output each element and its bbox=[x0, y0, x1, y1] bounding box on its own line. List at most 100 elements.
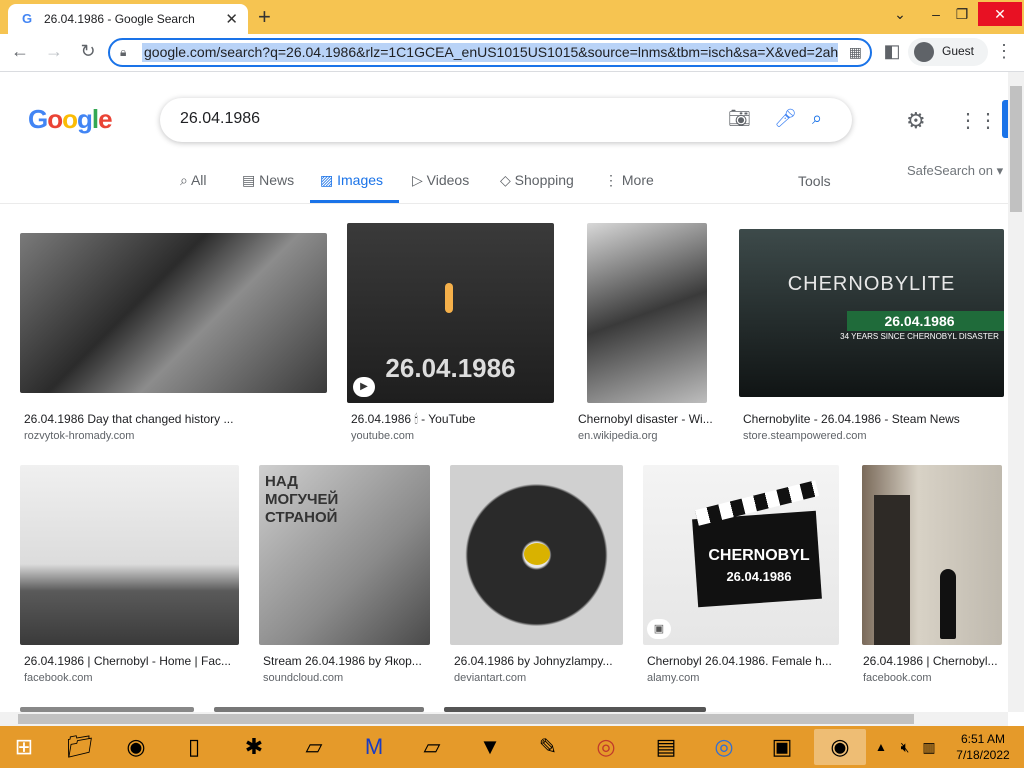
lock-icon[interactable]: 🔒︎ bbox=[120, 45, 126, 60]
chrome-active-icon[interactable]: ◉ bbox=[814, 729, 866, 765]
clock-time: 6:51 AM bbox=[960, 732, 1006, 746]
result-image-4[interactable]: CHERNOBYLITE 26.04.1986 34 YEARS SINCE C… bbox=[739, 229, 1004, 397]
result-caption-6[interactable]: Stream 26.04.1986 by Якор... bbox=[263, 654, 427, 668]
tab-search-chevron-icon[interactable]: ⌄ bbox=[884, 2, 916, 26]
clock-date: 7/18/2022 bbox=[956, 748, 1010, 762]
system-clock[interactable]: 6:51 AM 7/18/2022 bbox=[946, 731, 1020, 763]
google-logo[interactable]: Google bbox=[28, 104, 113, 135]
browser-titlebar: G 26.04.1986 - Google Search ✕ + ⌄ – ❐ ✕ bbox=[0, 0, 1024, 34]
new-tab-button[interactable]: + bbox=[258, 4, 271, 30]
doorway bbox=[874, 495, 910, 645]
result-source-7[interactable]: deviantart.com bbox=[454, 672, 526, 684]
microphone-icon[interactable]: 🎤︎ bbox=[774, 108, 797, 129]
tools-button[interactable]: Tools bbox=[798, 173, 831, 189]
tab-images[interactable]: ▨ Images bbox=[320, 172, 383, 189]
qr-code-icon[interactable]: ▦ bbox=[849, 44, 862, 61]
result-image-8[interactable]: CHERNOBYL 26.04.1986 ▣ bbox=[643, 465, 839, 645]
result-image-2[interactable]: 26.04.1986 ▶ bbox=[347, 223, 554, 403]
safesearch-toggle[interactable]: SafeSearch on ▾ bbox=[907, 163, 1003, 179]
chrome-alt-icon[interactable]: ◎ bbox=[698, 729, 750, 765]
result-image-6[interactable]: НАД МОГУЧЕЙ СТРАНОЙ bbox=[259, 465, 430, 645]
forward-icon[interactable]: → bbox=[42, 41, 66, 62]
video-play-icon: ▶ bbox=[353, 377, 375, 397]
search-icon[interactable]: ⌕ bbox=[812, 108, 822, 129]
result-6-overlay-text: НАД МОГУЧЕЙ СТРАНОЙ bbox=[265, 473, 339, 526]
result-image-9[interactable] bbox=[862, 465, 1002, 645]
start-windows-icon[interactable]: ⊞ bbox=[0, 729, 48, 765]
result-source-4[interactable]: store.steampowered.com bbox=[743, 430, 867, 442]
result-caption-9[interactable]: 26.04.1986 | Chernobyl... bbox=[863, 654, 1003, 668]
radiation-symbol-center bbox=[524, 543, 550, 565]
result-source-2[interactable]: youtube.com bbox=[351, 430, 414, 442]
file-explorer-icon[interactable]: 📁︎ bbox=[54, 729, 106, 765]
notepad-icon[interactable]: ▱ bbox=[288, 729, 340, 765]
result-caption-7[interactable]: 26.04.1986 by Johnyzlampy... bbox=[454, 654, 622, 668]
result-image-3[interactable] bbox=[587, 223, 707, 403]
monitor-app-icon[interactable]: ▣ bbox=[756, 729, 808, 765]
shield-app-icon[interactable]: ▼ bbox=[464, 729, 516, 765]
result-image-5[interactable] bbox=[20, 465, 239, 645]
side-panel-icon[interactable]: ◧ bbox=[880, 41, 904, 62]
address-bar[interactable]: 🔒︎ google.com/search?q=26.04.1986&rlz=1C… bbox=[108, 38, 872, 67]
window-close-button[interactable]: ✕ bbox=[978, 2, 1022, 26]
settings-gear-icon[interactable]: ⚙ bbox=[906, 108, 926, 134]
result-8-overlay-title: CHERNOBYL bbox=[708, 547, 810, 564]
camera-icon[interactable]: 📷︎ bbox=[728, 108, 751, 129]
tray-expand-icon[interactable]: ▲ bbox=[872, 729, 890, 765]
restore-button[interactable]: ❐ bbox=[946, 2, 978, 26]
shadow-figure bbox=[940, 569, 956, 639]
search-input[interactable]: 26.04.1986 bbox=[180, 110, 260, 128]
result-caption-8[interactable]: Chernobyl 26.04.1986. Female h... bbox=[647, 654, 837, 668]
tab-news[interactable]: ▤ News bbox=[242, 172, 294, 189]
blank-document-icon[interactable]: ▯ bbox=[168, 729, 220, 765]
result-image-7[interactable] bbox=[450, 465, 623, 645]
avatar bbox=[914, 42, 934, 62]
menu-kebab-icon[interactable]: ⋮ bbox=[992, 41, 1016, 62]
vertical-scrollbar-thumb[interactable] bbox=[1010, 86, 1022, 212]
result-image-1[interactable] bbox=[20, 233, 327, 393]
result-caption-5[interactable]: 26.04.1986 | Chernobyl - Home | Fac... bbox=[24, 654, 236, 668]
horizontal-scrollbar-thumb[interactable] bbox=[18, 714, 914, 724]
volume-muted-icon[interactable]: 🔇︎ bbox=[894, 729, 916, 765]
network-icon[interactable]: ▥ bbox=[918, 729, 940, 765]
profile-button[interactable]: Guest bbox=[908, 38, 988, 66]
google-favicon-icon: G bbox=[22, 11, 33, 26]
notes-app-icon[interactable]: ▱ bbox=[406, 729, 458, 765]
red-app-icon[interactable]: ◎ bbox=[580, 729, 632, 765]
search-box[interactable]: 26.04.1986 📷︎ 🎤︎ ⌕ bbox=[160, 98, 852, 142]
candle-flame bbox=[445, 283, 453, 313]
result-4-overlay-title: CHERNOBYLITE bbox=[787, 273, 956, 295]
result-caption-1[interactable]: 26.04.1986 Day that changed history ... bbox=[24, 412, 324, 426]
tab-title: 26.04.1986 - Google Search bbox=[44, 12, 195, 26]
result-4-overlay-date: 26.04.1986 bbox=[884, 313, 955, 329]
tab-more[interactable]: ⋮ More bbox=[604, 172, 654, 189]
browser-tab[interactable]: G 26.04.1986 - Google Search ✕ bbox=[8, 4, 248, 34]
result-source-8[interactable]: alamy.com bbox=[647, 672, 699, 684]
windows-taskbar: ⊞ 📁︎ ◉ ▯ ✱ ▱ M ▱ ▼ ✎ ◎ ▤ ◎ ▣ ◉ ▲ 🔇︎ ▥ bbox=[0, 726, 1024, 768]
result-caption-4[interactable]: Chernobylite - 26.04.1986 - Steam News bbox=[743, 412, 1003, 426]
spreadsheet-icon[interactable]: ▤ bbox=[640, 729, 692, 765]
result-caption-3[interactable]: Chernobyl disaster - Wi... bbox=[578, 412, 716, 426]
malwarebytes-icon[interactable]: M bbox=[348, 729, 400, 765]
result-source-5[interactable]: facebook.com bbox=[24, 672, 92, 684]
ccleaner-icon[interactable]: ✎ bbox=[522, 729, 574, 765]
profile-label: Guest bbox=[942, 44, 975, 58]
result-caption-2[interactable]: 26.04.1986 🕯 - YouTube bbox=[351, 412, 551, 427]
result-source-3[interactable]: en.wikipedia.org bbox=[578, 430, 658, 442]
result-source-9[interactable]: facebook.com bbox=[863, 672, 931, 684]
browser-toolbar: ← → ↻ 🔒︎ google.com/search?q=26.04.1986&… bbox=[0, 34, 1024, 72]
tab-videos[interactable]: ▷ Videos bbox=[412, 172, 469, 189]
tab-all[interactable]: ⌕ All bbox=[180, 172, 207, 189]
result-2-overlay-text: 26.04.1986 bbox=[385, 353, 516, 383]
result-source-6[interactable]: soundcloud.com bbox=[263, 672, 343, 684]
reload-icon[interactable]: ↻ bbox=[76, 41, 100, 62]
back-icon[interactable]: ← bbox=[8, 41, 32, 62]
result-8-overlay-date: 26.04.1986 bbox=[726, 569, 792, 584]
tab-close-icon[interactable]: ✕ bbox=[225, 10, 238, 28]
url-text[interactable]: google.com/search?q=26.04.1986&rlz=1C1GC… bbox=[142, 43, 838, 62]
tab-shopping[interactable]: ◇ Shopping bbox=[500, 172, 574, 189]
result-source-1[interactable]: rozvytok-hromady.com bbox=[24, 430, 134, 442]
bug-app-icon[interactable]: ✱ bbox=[228, 729, 280, 765]
header-divider bbox=[0, 203, 1008, 204]
chrome-icon[interactable]: ◉ bbox=[110, 729, 162, 765]
